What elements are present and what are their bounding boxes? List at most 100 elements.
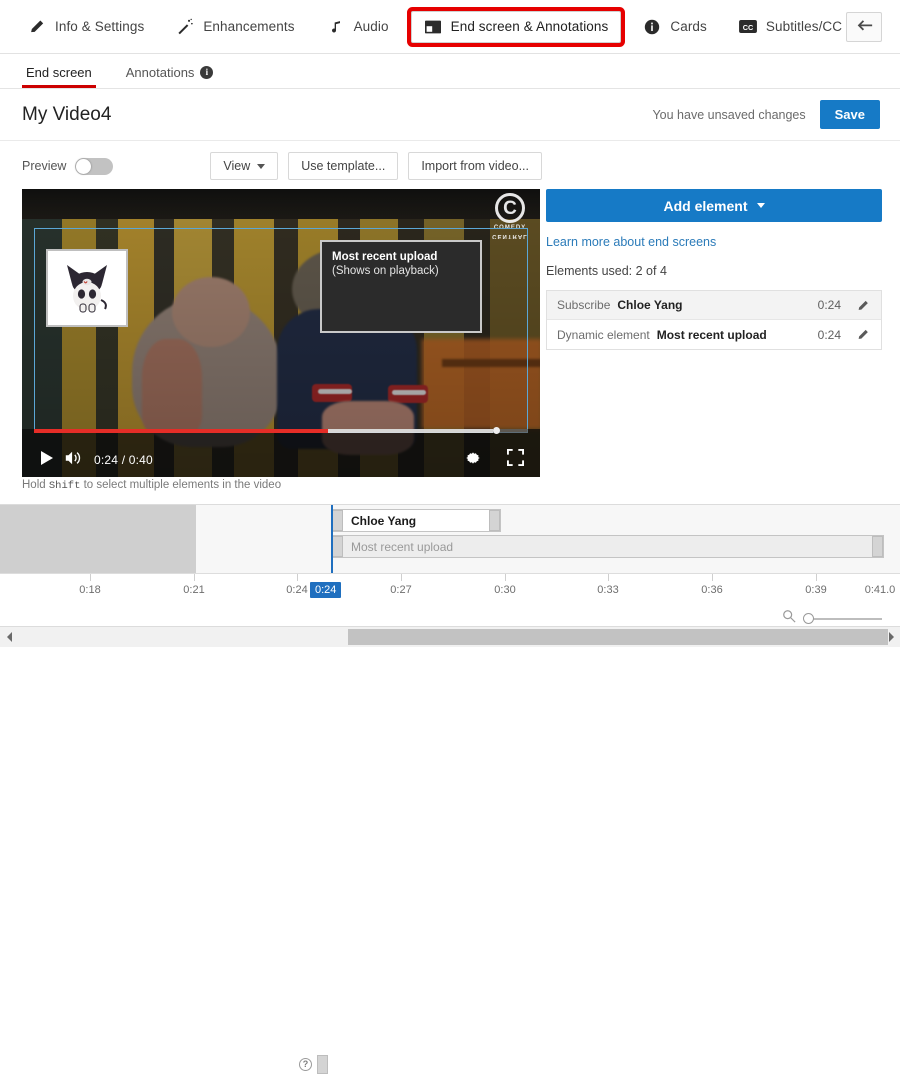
edit-element-button[interactable] xyxy=(855,328,871,341)
element-name: Chloe Yang xyxy=(617,298,683,312)
play-icon xyxy=(40,450,54,471)
nav-item-label: Info & Settings xyxy=(55,19,145,34)
use-template-button[interactable]: Use template... xyxy=(288,152,399,180)
ruler-tick-label: 0:39 xyxy=(805,584,827,596)
view-button[interactable]: View xyxy=(210,152,279,180)
zoom-slider[interactable] xyxy=(803,612,882,624)
learn-more-link[interactable]: Learn more about end screens xyxy=(546,235,882,249)
play-button[interactable] xyxy=(34,447,60,473)
zoom-slider-knob[interactable] xyxy=(803,612,814,624)
video-preview[interactable]: COMEDY CENTRAL Most recent upload (Shows… xyxy=(22,189,540,477)
table-row[interactable]: Subscribe Chloe Yang 0:24 xyxy=(547,291,881,320)
overlay-dynamic-element[interactable]: Most recent upload (Shows on playback) xyxy=(320,240,482,333)
info-icon[interactable]: i xyxy=(200,66,214,79)
scrollbar-thumb[interactable] xyxy=(348,629,888,645)
back-arrow-icon xyxy=(856,18,873,36)
timeline-handle-right[interactable] xyxy=(872,536,883,557)
timeline-bar-label: Chloe Yang xyxy=(351,513,417,528)
add-element-label: Add element xyxy=(663,197,748,214)
volume-icon xyxy=(64,450,82,471)
fullscreen-icon xyxy=(506,449,524,471)
settings-button[interactable] xyxy=(460,447,486,473)
import-from-video-button[interactable]: Import from video... xyxy=(408,152,542,180)
editor-toolbar: Preview View Use template... Import from… xyxy=(22,150,542,182)
timeline-handle-right[interactable] xyxy=(489,510,500,531)
tab-label: End screen xyxy=(26,65,92,80)
ruler-tick-label: 0:41.0 xyxy=(864,584,896,596)
nav-item-end-screen-annotations[interactable]: End screen & Annotations xyxy=(410,10,622,43)
channel-avatar xyxy=(67,265,107,313)
scroll-left-arrow[interactable] xyxy=(3,631,15,643)
nav-item-label: Subtitles/CC xyxy=(765,19,843,34)
gear-icon xyxy=(464,449,482,472)
table-row[interactable]: Dynamic element Most recent upload 0:24 xyxy=(547,320,881,349)
overlay-dynamic-title: Most recent upload xyxy=(332,251,438,263)
pencil-icon xyxy=(858,329,868,339)
element-name: Most recent upload xyxy=(656,327,767,342)
progress-bar[interactable] xyxy=(34,427,528,434)
tab-end-screen[interactable]: End screen xyxy=(22,65,96,88)
info-circle-icon xyxy=(643,18,661,36)
pencil-icon xyxy=(858,300,868,310)
title-bar-actions: You have unsaved changes Save xyxy=(652,100,880,129)
nav-item-label: End screen & Annotations xyxy=(450,19,609,34)
overlay-subscribe-element[interactable] xyxy=(46,249,128,327)
tab-annotations[interactable]: Annotations i xyxy=(122,65,218,88)
ruler-tick-label: 0:18 xyxy=(79,584,101,596)
nav-item-cards[interactable]: Cards xyxy=(633,11,717,43)
add-element-button[interactable]: Add element xyxy=(546,189,882,222)
ruler-tick-label: 0:21 xyxy=(183,584,205,596)
multi-select-hint: Hold Shift to select multiple elements i… xyxy=(22,479,281,492)
timeline-playhead-handle[interactable] xyxy=(317,1055,328,1074)
time-display: 0:24 / 0:40 xyxy=(94,453,153,467)
element-time: 0:24 xyxy=(817,298,841,312)
preview-label: Preview xyxy=(22,159,67,173)
fullscreen-button[interactable] xyxy=(502,447,528,473)
timeline-bar-dynamic[interactable]: Most recent upload xyxy=(331,535,884,558)
volume-button[interactable] xyxy=(60,447,86,473)
sub-tab-bar: End screen Annotations i xyxy=(0,54,900,89)
unsaved-changes-status: You have unsaved changes xyxy=(652,107,806,122)
ruler-tick-label: 0:30 xyxy=(494,584,516,596)
ruler-tick-label: 0:36 xyxy=(701,584,723,596)
toolbar-buttons: View Use template... Import from video..… xyxy=(210,152,542,180)
timeline-playhead[interactable] xyxy=(331,505,333,573)
horizontal-scrollbar[interactable] xyxy=(0,626,900,647)
end-screen-icon xyxy=(424,18,442,36)
save-button[interactable]: Save xyxy=(819,100,880,129)
scroll-right-arrow[interactable] xyxy=(885,631,897,643)
ruler-tick-label: 0:33 xyxy=(597,584,619,596)
timeline-inactive-region xyxy=(0,505,196,573)
timeline-ruler[interactable]: 0:18 0:21 0:24 0:27 0:30 0:33 0:36 0:39 … xyxy=(0,573,900,606)
nav-item-info-settings[interactable]: Info & Settings xyxy=(18,11,154,43)
nav-item-audio[interactable]: Audio xyxy=(317,11,399,43)
element-type: Subscribe xyxy=(557,298,611,312)
timeline-handle-left[interactable] xyxy=(332,536,343,557)
music-note-icon xyxy=(327,18,345,36)
end-screen-side-panel: Add element Learn more about end screens… xyxy=(546,189,882,350)
element-type: Dynamic element xyxy=(557,327,650,342)
closed-caption-icon: CC xyxy=(738,18,757,36)
ruler-tick-label: 0:24 xyxy=(286,584,308,596)
timeline-bar-label: Most recent upload xyxy=(351,539,454,554)
hint-suffix: to select multiple elements in the video xyxy=(80,479,282,491)
top-navigation-bar: Info & Settings Enhancements Audio End s… xyxy=(0,0,900,54)
timeline-handle-left[interactable] xyxy=(332,510,343,531)
hint-key: Shift xyxy=(48,480,81,492)
back-button[interactable] xyxy=(846,12,882,42)
nav-item-subtitles-cc[interactable]: CC Subtitles/CC xyxy=(729,11,852,43)
edit-element-button[interactable] xyxy=(855,299,871,312)
progress-played xyxy=(34,429,328,433)
elements-list: Subscribe Chloe Yang 0:24 Dynamic elemen… xyxy=(546,290,882,350)
page-title: My Video4 xyxy=(22,103,112,125)
nav-item-enhancements[interactable]: Enhancements xyxy=(166,11,304,43)
nav-item-label: Audio xyxy=(353,19,389,34)
chevron-down-icon xyxy=(756,203,765,208)
timeline-bar-subscribe[interactable]: Chloe Yang xyxy=(331,509,501,532)
chevron-down-icon xyxy=(257,163,266,169)
preview-toggle[interactable] xyxy=(75,157,114,175)
hint-prefix: Hold xyxy=(22,479,49,491)
timeline-tracks[interactable]: Chloe Yang Most recent upload xyxy=(0,505,900,573)
timeline-help-icon[interactable]: ? xyxy=(299,1058,312,1071)
element-time: 0:24 xyxy=(817,327,841,342)
